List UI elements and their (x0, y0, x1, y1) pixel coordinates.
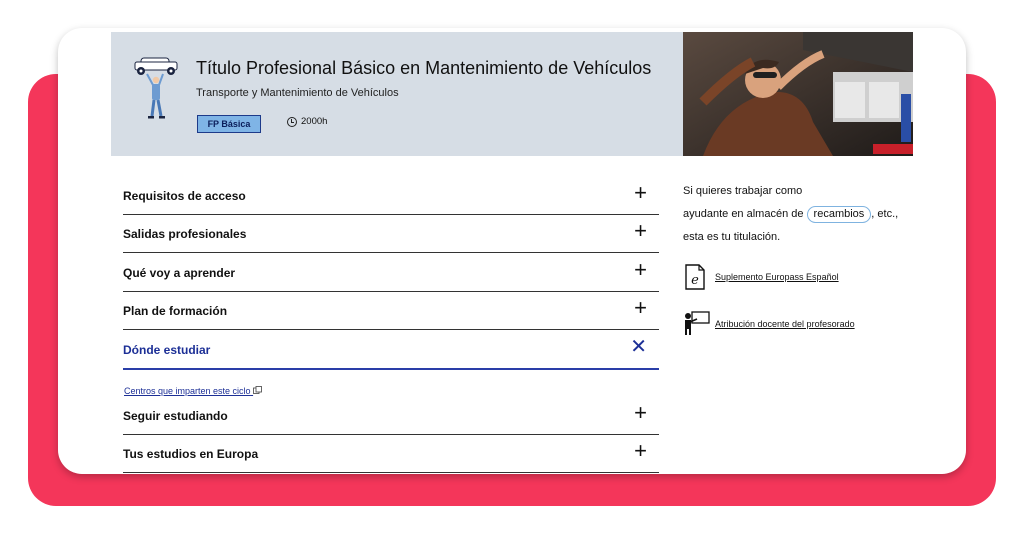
accordion-item-requisitos[interactable]: Requisitos de acceso + (123, 176, 659, 215)
description-line: ayudante en almacén de recambios, etc., (683, 203, 943, 226)
page-title: Título Profesional Básico en Mantenimien… (196, 58, 652, 78)
atribucion-link-row[interactable]: Atribución docente del profesorado (683, 310, 943, 338)
svg-text:e: e (691, 273, 699, 288)
plus-icon[interactable]: + (634, 182, 647, 204)
accordion-item-salidas[interactable]: Salidas profesionales + (123, 214, 659, 253)
accordion-label: Seguir estudiando (123, 409, 228, 423)
close-icon[interactable]: ✕ (630, 336, 647, 358)
duration-label: 2000h (301, 116, 328, 127)
career-description: Si quieres trabajar como ayudante en alm… (683, 180, 943, 249)
level-badge: FP Básica (197, 115, 261, 133)
accordion-item-donde-estudiar[interactable]: Dónde estudiar ✕ (123, 330, 659, 370)
highlight-pill: recambios (806, 206, 872, 223)
content-card: Título Profesional Básico en Mantenimien… (58, 28, 966, 474)
mechanic-photo (683, 32, 913, 156)
hero-banner: Título Profesional Básico en Mantenimien… (111, 32, 683, 156)
europass-link-row[interactable]: e Suplemento Europass Español (685, 264, 945, 294)
atribucion-link[interactable]: Atribución docente del profesorado (715, 319, 855, 329)
accordion-label: Salidas profesionales (123, 227, 247, 241)
teacher-icon (685, 311, 710, 335)
accordion-label: Requisitos de acceso (123, 189, 246, 203)
accordion-item-europa[interactable]: Tus estudios en Europa + (123, 434, 659, 473)
accordion-label: Dónde estudiar (123, 343, 211, 357)
description-line: esta es tu titulación. (683, 231, 781, 243)
accordion-label: Tus estudios en Europa (123, 447, 259, 461)
europass-link[interactable]: Suplemento Europass Español (715, 272, 839, 282)
page-subtitle: Transporte y Mantenimiento de Vehículos (196, 87, 399, 99)
centros-link-label: Centros que imparten este ciclo (124, 386, 251, 396)
external-link-icon (253, 386, 263, 394)
accordion-item-seguir-estudiando[interactable]: Seguir estudiando + (123, 396, 659, 435)
clock-icon (287, 116, 297, 127)
plus-icon[interactable]: + (634, 402, 647, 424)
plus-icon[interactable]: + (634, 440, 647, 462)
accordion-label: Plan de formación (123, 304, 228, 318)
accordion-label: Qué voy a aprender (123, 266, 236, 280)
duration-info: 2000h (287, 116, 327, 127)
document-e-icon: e (685, 264, 705, 290)
mechanic-photo-illustration (683, 32, 913, 156)
centros-link[interactable]: Centros que imparten este ciclo (124, 386, 263, 396)
accordion-item-aprender[interactable]: Qué voy a aprender + (123, 253, 659, 292)
description-line: Si quieres trabajar como (683, 185, 803, 197)
plus-icon[interactable]: + (634, 259, 647, 281)
plus-icon[interactable]: + (634, 297, 647, 319)
mechanic-car-icon (134, 57, 178, 119)
plus-icon[interactable]: + (634, 220, 647, 242)
accordion-item-plan[interactable]: Plan de formación + (123, 291, 659, 330)
